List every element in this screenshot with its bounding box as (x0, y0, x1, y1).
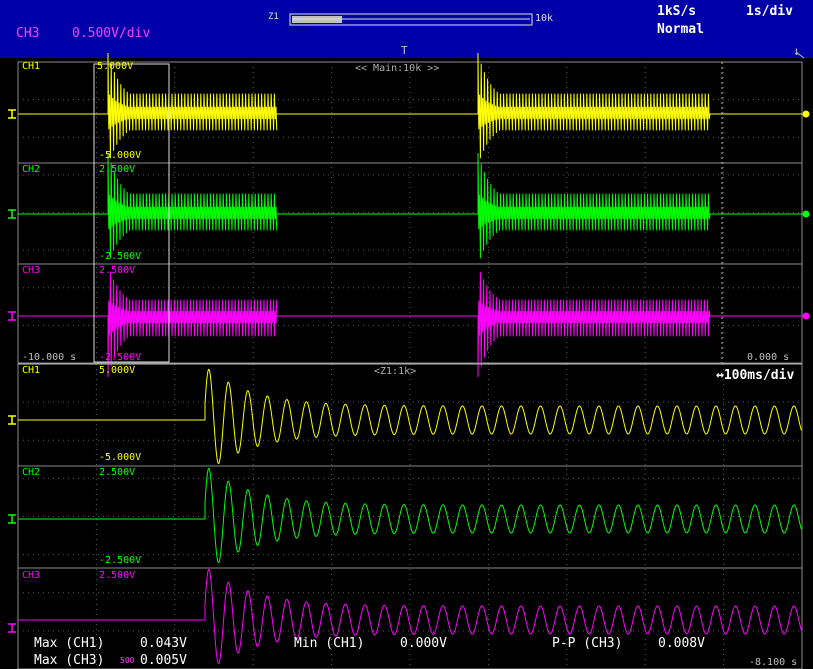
level-marker-icon (802, 312, 810, 320)
level-marker-icon (802, 110, 810, 118)
zoom-ch1-top-scale: 5.000V (99, 365, 136, 376)
waveform-display (0, 13, 813, 669)
zoom-ch1-name: CH1 (22, 365, 41, 376)
zoom-ch2-top-scale: 2.500V (99, 467, 136, 478)
measurement-label-max-ch3: Max (CH3) (34, 653, 105, 668)
main-ch2-top-scale: 2.500V (99, 164, 136, 175)
measurement-value-min-ch1: 0.000V (400, 636, 447, 651)
scroll-down-icon: ↓ (793, 44, 801, 58)
zoom-view-label: <Z1:1k> (374, 366, 417, 377)
measurement-value-max-ch3: 0.005V (140, 653, 187, 668)
measurement-value-pp-ch3: 0.008V (658, 636, 705, 651)
trigger-position-marker[interactable]: T (401, 44, 408, 57)
measurement-label-max-ch1: Max (CH1) (34, 636, 105, 651)
main-ch2-name: CH2 (22, 164, 41, 175)
sample-rate: 1kS/s (657, 4, 697, 19)
zoom-timebase: ↔100ms/div (716, 368, 795, 383)
zoom-time-right: -8.100 s (749, 657, 798, 668)
main-ch3-top-scale: 2.500V (99, 265, 136, 276)
oscilloscope-screen: CH3 0.500V/div Z1 10k 1kS/s 1s/div Norma… (0, 0, 813, 669)
trigger-mode: Normal (657, 22, 704, 37)
main-ch1-bottom-scale: -5.000V (99, 150, 142, 161)
partial-scale-label: 500 (120, 656, 135, 665)
time-per-div: 1s/div (746, 4, 793, 19)
main-time-left: -10.000 s (22, 352, 77, 363)
main-ch2-bottom-scale: -2.500V (99, 251, 142, 262)
zoom-ch2-name: CH2 (22, 467, 41, 478)
zoom-ch3-top-scale: 2.500V (99, 570, 136, 581)
main-view-label: << Main:10k >> (355, 63, 440, 74)
volts-per-div: 0.500V/div (72, 26, 151, 41)
main-time-right: 0.000 s (747, 352, 790, 363)
zoom-ch2-bottom-scale: -2.500V (99, 555, 142, 566)
measurement-label-min-ch1: Min (CH1) (294, 636, 365, 651)
main-ch3-name: CH3 (22, 265, 41, 276)
zoom-ch1-bottom-scale: -5.000V (99, 452, 142, 463)
zoom-indicator: Z1 (268, 12, 279, 22)
measurement-value-max-ch1: 0.043V (140, 636, 187, 651)
active-channel: CH3 (16, 26, 40, 41)
main-ch3-bottom-scale: -2.500V (99, 352, 142, 363)
main-ch1-top-scale: 5.000V (97, 61, 134, 72)
zoom-ch3-name: CH3 (22, 570, 41, 581)
measurement-label-pp-ch3: P-P (CH3) (552, 636, 623, 651)
record-length: 10k (535, 13, 554, 24)
main-ch1-name: CH1 (22, 61, 41, 72)
level-marker-icon (802, 210, 810, 218)
